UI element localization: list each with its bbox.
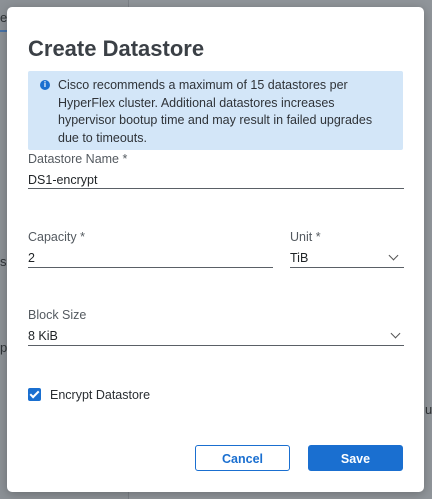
info-banner: i Cisco recommends a maximum of 15 datas… [28, 71, 403, 150]
unit-underline [290, 267, 404, 268]
chevron-down-icon [390, 328, 401, 339]
encrypt-datastore-checkbox[interactable] [28, 388, 41, 401]
dialog-title: Create Datastore [28, 36, 205, 61]
encrypt-datastore-label[interactable]: Encrypt Datastore [50, 388, 150, 402]
chevron-down-icon [388, 250, 399, 261]
block-size-value: 8 KiB [28, 329, 58, 343]
cancel-button[interactable]: Cancel [195, 445, 290, 471]
info-icon: i [40, 80, 50, 90]
info-banner-text: Cisco recommends a maximum of 15 datasto… [58, 78, 373, 145]
datastore-name-underline [28, 188, 404, 189]
unit-label: Unit * [290, 230, 321, 244]
background-text: s [0, 254, 7, 269]
save-button[interactable]: Save [308, 445, 403, 471]
capacity-label: Capacity * [28, 230, 85, 244]
capacity-underline [28, 267, 273, 268]
background-text: u [425, 402, 432, 417]
unit-value: TiB [290, 251, 309, 265]
create-datastore-dialog: Create Datastore i Cisco recommends a ma… [7, 7, 424, 492]
datastore-name-label: Datastore Name * [28, 152, 128, 166]
capacity-value: 2 [28, 251, 35, 265]
block-size-underline [28, 345, 404, 346]
datastore-name-value: DS1-encrypt [28, 173, 98, 187]
block-size-label: Block Size [28, 308, 87, 322]
